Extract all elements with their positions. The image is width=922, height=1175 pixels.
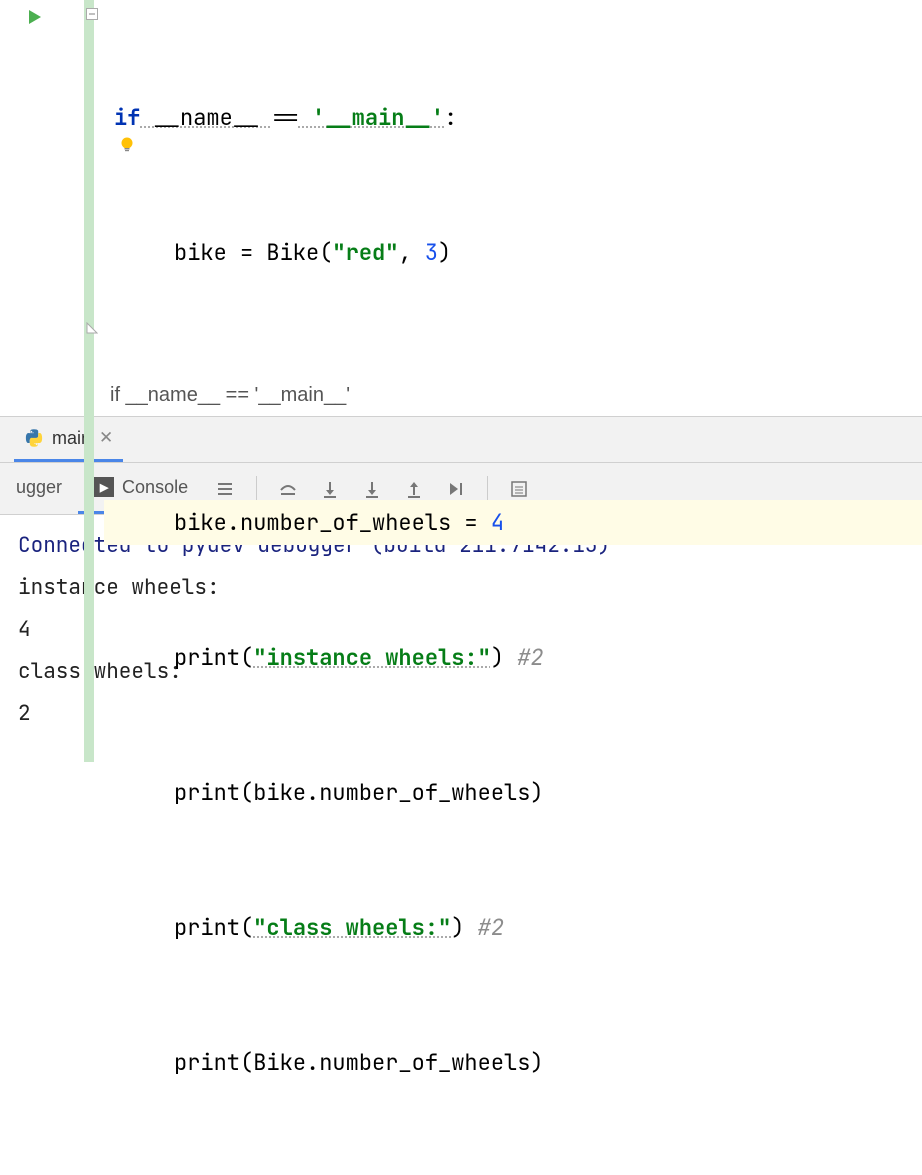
code-line: print("class wheels:") #2 [104, 905, 922, 950]
identifier: __name__ [140, 103, 272, 132]
call: Bike( [266, 238, 332, 267]
identifier: bike.number_of_wheels [253, 778, 530, 807]
identifier: bike = [174, 238, 266, 267]
punct: , [398, 238, 424, 267]
tab-label: ugger [16, 477, 62, 498]
punct: ( [240, 778, 253, 807]
string: "class wheels:" [253, 913, 451, 942]
string: "instance wheels:" [253, 643, 491, 672]
code-line-highlighted: bike.number_of_wheels = 4 [104, 500, 922, 545]
string: '__main__' [299, 103, 444, 132]
call: print [174, 1048, 240, 1077]
punct: : [444, 103, 457, 132]
call: print [174, 643, 240, 672]
code-line-blank [104, 365, 922, 410]
identifier: Bike.number_of_wheels [253, 1048, 530, 1077]
comment: #2 [504, 643, 544, 672]
punct: ( [240, 643, 253, 672]
punct: ( [240, 1048, 253, 1077]
tab-debugger[interactable]: ugger [0, 463, 78, 514]
code-editor[interactable]: if __name__ == '__main__': bike = Bike("… [84, 0, 922, 375]
punct: ( [240, 913, 253, 942]
punct: ) [530, 778, 543, 807]
punct: ) [491, 643, 504, 672]
string: "red" [332, 238, 398, 267]
keyword: if [114, 103, 140, 132]
number: 4 [491, 508, 504, 537]
punct: ) [530, 1048, 543, 1077]
code-line: bike = Bike("red", 3) [104, 230, 922, 275]
number: 3 [425, 238, 438, 267]
comment: #2 [464, 913, 504, 942]
punct: ) [451, 913, 464, 942]
gutter [0, 0, 84, 375]
operator: == [272, 103, 298, 132]
call: print [174, 778, 240, 807]
python-icon [24, 428, 44, 448]
identifier: bike.number_of_wheels = [174, 508, 491, 537]
punct: ) [438, 238, 451, 267]
editor-area: if __name__ == '__main__': bike = Bike("… [0, 0, 922, 375]
call: print [174, 913, 240, 942]
run-icon[interactable] [26, 8, 44, 32]
code-line: if __name__ == '__main__': [104, 95, 922, 140]
code-line: print("instance wheels:") #2 [104, 635, 922, 680]
code-line: print(Bike.number_of_wheels) [104, 1040, 922, 1085]
code-line: print(bike.number_of_wheels) [104, 770, 922, 815]
